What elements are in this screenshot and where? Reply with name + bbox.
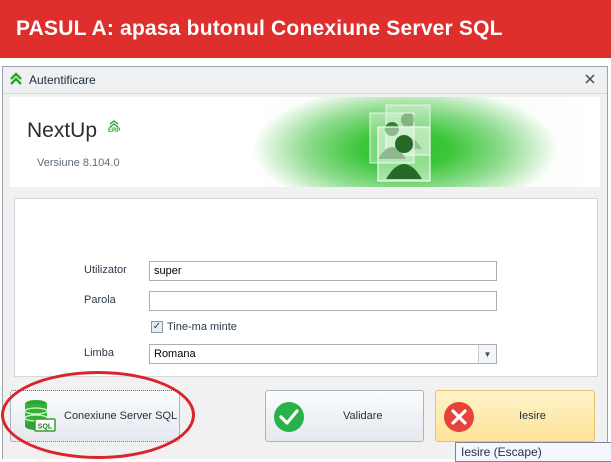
window-title: Autentificare xyxy=(29,73,96,87)
user-label: Utilizator xyxy=(84,264,127,276)
user-input[interactable]: super xyxy=(149,261,497,281)
version-label: Versiune 8.104.0 xyxy=(37,157,120,169)
svg-text:SQL: SQL xyxy=(38,424,53,431)
header-banner: NextUp ERP Versiune 8.104.0 xyxy=(10,97,600,187)
login-window: Autentificare NextUp ERP Versiune 8.104.… xyxy=(2,66,611,462)
language-label: Limba xyxy=(84,347,114,359)
password-input[interactable] xyxy=(149,291,497,311)
exit-label: Iesire xyxy=(519,410,546,422)
close-icon[interactable] xyxy=(583,72,597,86)
exit-tooltip: Iesire (Escape) xyxy=(455,442,611,462)
logo: NextUp xyxy=(27,119,98,142)
database-icon: SQL xyxy=(23,399,57,436)
user-silhouette-icon xyxy=(356,103,436,187)
double-chevron-up-icon xyxy=(9,72,23,91)
validate-label: Validare xyxy=(343,410,383,422)
exit-button[interactable]: Iesire xyxy=(435,390,595,442)
chevron-down-icon[interactable]: ▼ xyxy=(478,345,496,363)
remember-checkbox[interactable]: ✓ xyxy=(151,321,163,333)
validate-button[interactable]: Validare xyxy=(265,390,424,442)
login-form: Utilizator super Parola ✓ Tine-ma minte … xyxy=(14,198,598,377)
sql-connection-label: Conexiune Server SQL xyxy=(64,410,178,422)
checkmark-icon xyxy=(272,400,306,437)
password-label: Parola xyxy=(84,294,116,306)
sql-connection-button[interactable]: SQL Conexiune Server SQL xyxy=(10,390,180,442)
x-icon xyxy=(442,400,476,437)
title-bar: Autentificare xyxy=(3,67,607,94)
instruction-banner: PASUL A: apasa butonul Conexiune Server … xyxy=(0,0,611,58)
remember-label: Tine-ma minte xyxy=(167,321,237,333)
language-select[interactable]: Romana ▼ xyxy=(149,344,497,364)
logo-mark: ERP xyxy=(108,120,120,134)
language-value: Romana xyxy=(154,348,196,360)
